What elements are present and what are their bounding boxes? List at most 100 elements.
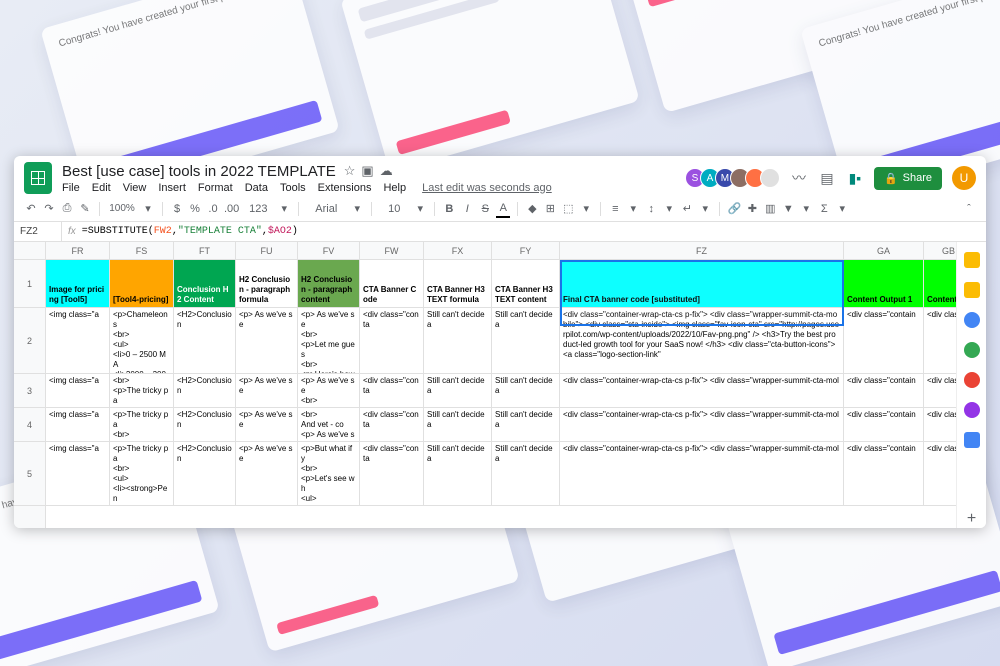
collaborator-avatar[interactable]: [760, 168, 780, 188]
column-header[interactable]: FU: [236, 242, 298, 259]
merge-button[interactable]: ⬚: [561, 200, 575, 218]
bold-button[interactable]: B: [442, 200, 456, 218]
cell[interactable]: <div class="container-wrap-cta-cs p-fix"…: [560, 408, 844, 441]
cell[interactable]: <p>Chameleon s <br> <ul> <li>0 – 2500 MA…: [110, 308, 174, 373]
borders-button[interactable]: ⊞: [543, 200, 557, 218]
row-number[interactable]: 5: [14, 442, 45, 506]
row-number[interactable]: 3: [14, 374, 45, 408]
chevron-down-icon[interactable]: ▾: [579, 200, 593, 218]
cell[interactable]: Still can't decide a: [424, 374, 492, 407]
cell[interactable]: <div clas: [924, 408, 956, 441]
row-number[interactable]: 4: [14, 408, 45, 442]
header-cell[interactable]: [Tool4-pricing]: [110, 260, 174, 307]
chevron-down-icon[interactable]: ▾: [350, 200, 364, 218]
header-cell[interactable]: CTA Banner Code: [360, 260, 424, 307]
v-align-button[interactable]: ↕: [644, 200, 658, 218]
cell[interactable]: Still can't decide a: [424, 408, 492, 441]
header-cell[interactable]: H2 Conclusion - paragraph content: [298, 260, 360, 307]
cell[interactable]: Still can't decide a: [492, 308, 560, 373]
edit-status[interactable]: Last edit was seconds ago: [422, 182, 552, 194]
cell[interactable]: <p>The tricky pa <br> <ul> <li><strong>P…: [110, 442, 174, 505]
cell[interactable]: <div class="container-wrap-cta-cs p-fix"…: [560, 374, 844, 407]
cell[interactable]: Still can't decide a: [424, 308, 492, 373]
meet-icon[interactable]: ▮▪: [846, 169, 864, 187]
header-cell[interactable]: Conclusion H2 Content: [174, 260, 236, 307]
share-button[interactable]: 🔒 Share: [874, 167, 942, 190]
cell[interactable]: <div class="container-wrap-cta-cs p-fix"…: [560, 442, 844, 505]
chevron-down-icon[interactable]: ▾: [277, 200, 291, 218]
chevron-down-icon[interactable]: ▾: [799, 200, 813, 218]
column-header[interactable]: FY: [492, 242, 560, 259]
column-header[interactable]: FZ: [560, 242, 844, 259]
addon2-icon[interactable]: [964, 432, 980, 448]
font-size-input[interactable]: 10: [379, 200, 409, 218]
add-addon-icon[interactable]: +: [967, 510, 976, 528]
column-header[interactable]: FS: [110, 242, 174, 259]
column-header[interactable]: FW: [360, 242, 424, 259]
cell[interactable]: <img class="a: [46, 374, 110, 407]
comment-button[interactable]: ✚: [745, 200, 759, 218]
header-cell[interactable]: Image for pricing [Tool5]: [46, 260, 110, 307]
menu-insert[interactable]: Insert: [158, 182, 186, 194]
addon-icon[interactable]: [964, 402, 980, 418]
filter-button[interactable]: ▼: [781, 200, 795, 218]
account-avatar[interactable]: U: [952, 166, 976, 190]
cell[interactable]: <H2>Conclusion: [174, 374, 236, 407]
menu-tools[interactable]: Tools: [280, 182, 306, 194]
percent-button[interactable]: %: [188, 200, 202, 218]
contacts-icon[interactable]: [964, 342, 980, 358]
cell[interactable]: <br> And vet - co <p> As we've se <br>: [298, 408, 360, 441]
cell[interactable]: <div class="conta: [360, 308, 424, 373]
strikethrough-button[interactable]: S: [478, 200, 492, 218]
formula-input[interactable]: =SUBSTITUTE(FW2,"TEMPLATE CTA",$AO2): [82, 226, 298, 237]
cell[interactable]: <p>The tricky pa <br>: [110, 408, 174, 441]
activity-icon[interactable]: 〰: [790, 169, 808, 187]
cell[interactable]: <p> As we've se <br> <p>And yet - co <p>…: [298, 374, 360, 407]
redo-icon[interactable]: ↷: [42, 200, 56, 218]
star-icon[interactable]: ☆: [344, 163, 356, 179]
cell[interactable]: <p> As we've se: [236, 442, 298, 505]
cell[interactable]: Still can't decide a: [492, 442, 560, 505]
cell[interactable]: <div clas: [924, 374, 956, 407]
header-cell[interactable]: H2 Conclusion - paragraph formula: [236, 260, 298, 307]
header-cell[interactable]: Content: [924, 260, 956, 307]
cell[interactable]: <p> As we've se: [236, 308, 298, 373]
column-header[interactable]: FT: [174, 242, 236, 259]
cell[interactable]: <img class="a: [46, 308, 110, 373]
header-cell[interactable]: CTA Banner H3 TEXT content: [492, 260, 560, 307]
zoom-dropdown[interactable]: 100%: [107, 200, 137, 218]
cell[interactable]: <br> <p>The tricky pa: [110, 374, 174, 407]
menu-format[interactable]: Format: [198, 182, 233, 194]
row-number[interactable]: 1: [14, 260, 45, 308]
column-header[interactable]: GB: [924, 242, 956, 259]
menu-data[interactable]: Data: [245, 182, 268, 194]
cell[interactable]: <div clas: [924, 442, 956, 505]
name-box[interactable]: FZ2: [14, 222, 62, 241]
cell[interactable]: <div class="contain: [844, 408, 924, 441]
chevron-down-icon[interactable]: ▾: [835, 200, 849, 218]
cell[interactable]: <div class="conta: [360, 374, 424, 407]
cell[interactable]: <div class="contain: [844, 442, 924, 505]
sheets-logo-icon[interactable]: [24, 162, 52, 194]
menu-extensions[interactable]: Extensions: [318, 182, 372, 194]
fill-color-button[interactable]: ◆: [525, 200, 539, 218]
italic-button[interactable]: I: [460, 200, 474, 218]
link-button[interactable]: 🔗: [727, 200, 741, 218]
header-cell[interactable]: CTA Banner H3 TEXT formula: [424, 260, 492, 307]
undo-icon[interactable]: ↶: [24, 200, 38, 218]
currency-button[interactable]: $: [170, 200, 184, 218]
font-dropdown[interactable]: Arial: [306, 200, 346, 218]
cell[interactable]: <H2>Conclusion: [174, 408, 236, 441]
menu-edit[interactable]: Edit: [92, 182, 111, 194]
wrap-button[interactable]: ↵: [680, 200, 694, 218]
cell[interactable]: Still can't decide a: [424, 442, 492, 505]
header-cell[interactable]: Content Output 1: [844, 260, 924, 307]
cell[interactable]: <p> As we've se <br> <p>Let me gues <br>…: [298, 308, 360, 373]
chevron-down-icon[interactable]: ▾: [141, 200, 155, 218]
h-align-button[interactable]: ≡: [608, 200, 622, 218]
column-header[interactable]: FV: [298, 242, 360, 259]
header-cell[interactable]: Final CTA banner code [substituted]: [560, 260, 844, 307]
decrease-decimal-button[interactable]: .0: [206, 200, 220, 218]
paint-format-icon[interactable]: ✎: [78, 200, 92, 218]
column-header[interactable]: GA: [844, 242, 924, 259]
